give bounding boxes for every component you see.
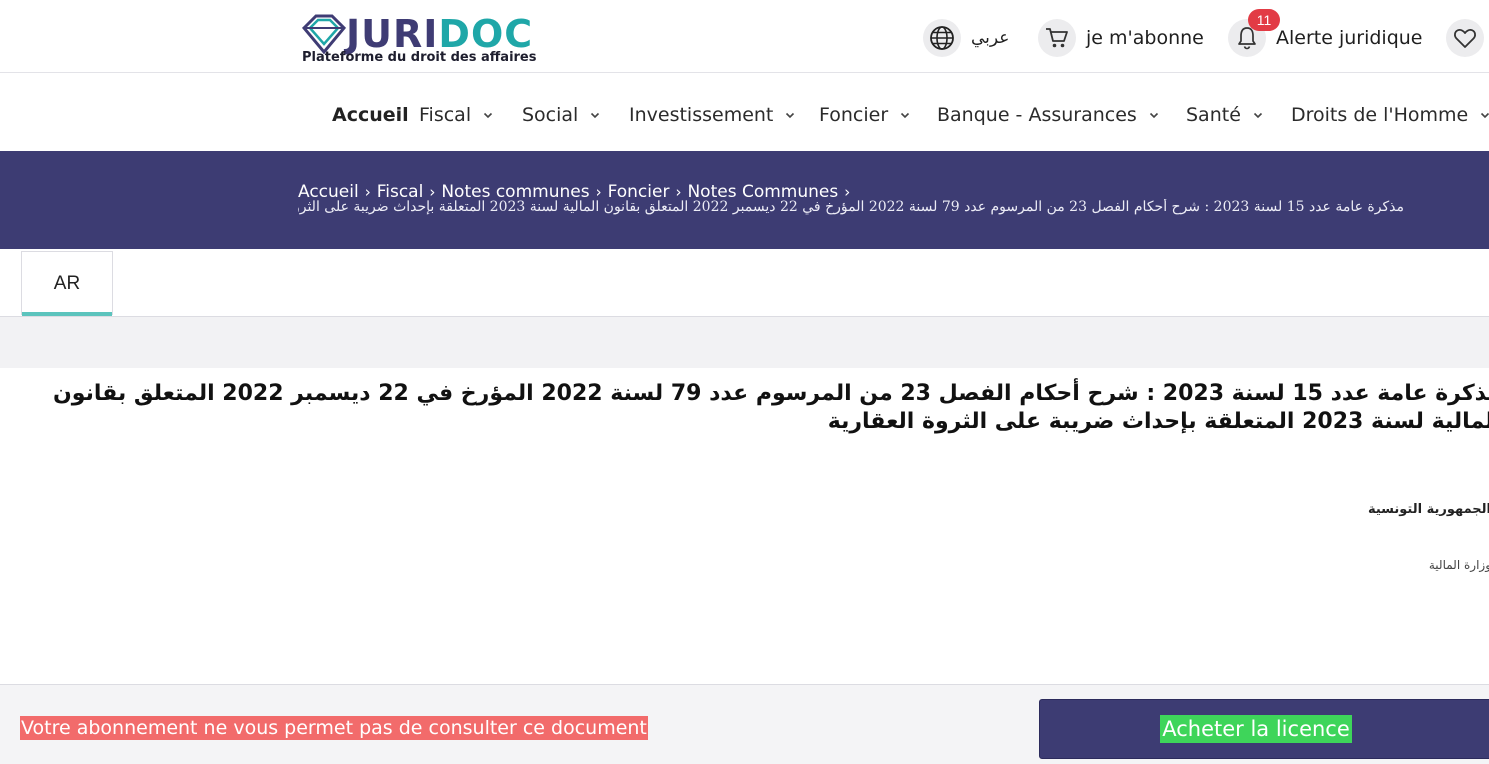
nav-item-label: Foncier bbox=[819, 104, 889, 126]
chevron-down-icon bbox=[1253, 112, 1262, 119]
nav-item-label: Santé bbox=[1186, 104, 1241, 126]
logo-tagline: Plateforme du droit des affaires bbox=[302, 50, 537, 65]
nav-item-label: Banque - Assurances bbox=[937, 104, 1137, 126]
subscribe-label: je m'abonne bbox=[1086, 27, 1204, 49]
paywall-bar: Votre abonnement ne vous permet pas de c… bbox=[0, 684, 1489, 764]
buy-license-button[interactable]: Acheter la licence bbox=[1039, 699, 1489, 759]
nav-item-label: Social bbox=[522, 104, 579, 126]
nav-item-social[interactable]: Social bbox=[522, 104, 600, 126]
main-nav: Accueil Fiscal Social Investissement Fon… bbox=[0, 73, 1489, 151]
nav-item-investissement[interactable]: Investissement bbox=[629, 104, 795, 126]
language-switch[interactable]: عربي bbox=[923, 18, 1009, 58]
nav-item-banque-assurances[interactable]: Banque - Assurances bbox=[937, 104, 1159, 126]
nav-item-sante[interactable]: Santé bbox=[1186, 104, 1263, 126]
alert-count-badge: 11 bbox=[1248, 9, 1280, 31]
breadcrumb-current: مذكرة عامة عدد 15 لسنة 2023 : شرح أحكام … bbox=[298, 199, 1404, 215]
globe-icon bbox=[923, 19, 961, 57]
nav-item-fiscal[interactable]: Fiscal bbox=[419, 104, 493, 126]
alert-label: Alerte juridique bbox=[1276, 27, 1423, 49]
legal-alert-link[interactable]: 11 Alerte juridique bbox=[1228, 9, 1423, 58]
nav-item-label: Investissement bbox=[629, 104, 774, 126]
nav-item-label: Fiscal bbox=[419, 104, 472, 126]
juridoc-logo[interactable]: JURIDOC Plateforme du droit des affaires bbox=[300, 12, 540, 68]
buy-license-label: Acheter la licence bbox=[1160, 715, 1352, 743]
logo-diamond-icon bbox=[301, 14, 347, 54]
favorites-button[interactable] bbox=[1446, 18, 1484, 58]
document-toolbar-strip bbox=[0, 317, 1489, 368]
document-ministry-line: وزارة المالية bbox=[1428, 558, 1489, 572]
nav-item-label: Accueil bbox=[332, 104, 409, 126]
top-header: JURIDOC Plateforme du droit des affaires… bbox=[0, 0, 1489, 73]
chevron-down-icon bbox=[901, 112, 910, 119]
subscribe-link[interactable]: je m'abonne bbox=[1038, 18, 1204, 58]
nav-item-label: Droits de l'Homme bbox=[1291, 104, 1469, 126]
cart-icon bbox=[1038, 19, 1076, 57]
document-preview: مذكرة عامة عدد 15 لسنة 2023 : شرح أحكام … bbox=[0, 368, 1489, 684]
bell-icon: 11 bbox=[1228, 9, 1280, 57]
heart-icon bbox=[1446, 19, 1484, 57]
tab-ar[interactable]: AR bbox=[21, 251, 113, 316]
nav-item-accueil[interactable]: Accueil bbox=[332, 104, 409, 126]
chevron-down-icon bbox=[786, 112, 795, 119]
chevron-down-icon bbox=[591, 112, 600, 119]
breadcrumb-banner: Accueil › Fiscal › Notes communes › Fonc… bbox=[0, 151, 1489, 249]
subscription-warning-message: Votre abonnement ne vous permet pas de c… bbox=[20, 716, 648, 740]
chevron-down-icon bbox=[1481, 112, 1489, 119]
chevron-down-icon bbox=[484, 112, 493, 119]
nav-item-foncier[interactable]: Foncier bbox=[819, 104, 910, 126]
document-header-line: الجمهورية التونسية bbox=[1367, 502, 1489, 517]
document-title: مذكرة عامة عدد 15 لسنة 2023 : شرح أحكام … bbox=[53, 381, 1489, 434]
chevron-down-icon bbox=[1149, 112, 1158, 119]
nav-item-droits-de-l-homme[interactable]: Droits de l'Homme bbox=[1291, 104, 1489, 126]
language-tabs: AR bbox=[0, 249, 1489, 317]
language-label: عربي bbox=[971, 28, 1010, 48]
